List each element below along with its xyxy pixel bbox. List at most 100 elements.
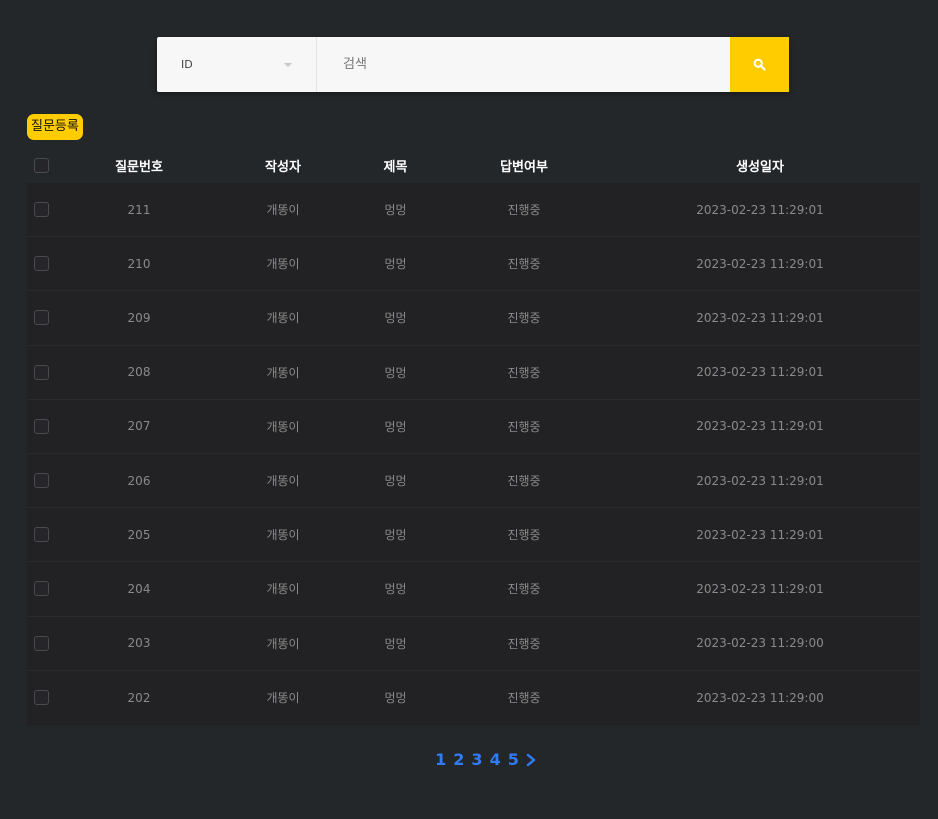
table-header: 질문번호 작성자 제목 답변여부 생성일자 [27, 147, 920, 183]
row-date: 2023-02-23 11:29:01 [696, 256, 824, 271]
row-checkbox[interactable] [33, 364, 49, 380]
row-checkbox-cell [27, 527, 55, 543]
search-icon [753, 58, 766, 71]
table-row[interactable]: 209 개똥이 멍멍 진행중 2023-02-23 11:29:01 [27, 291, 920, 346]
row-number: 204 [127, 581, 151, 596]
row-number: 207 [127, 419, 151, 434]
row-number: 206 [127, 473, 151, 488]
search-type-select[interactable]: ID [157, 37, 317, 92]
row-answer-status: 진행중 [507, 636, 541, 651]
row-date: 2023-02-23 11:29:00 [696, 690, 824, 705]
row-title[interactable]: 멍멍 [343, 309, 448, 326]
row-checkbox-cell [27, 310, 55, 326]
table-row[interactable]: 207 개똥이 멍멍 진행중 2023-02-23 11:29:01 [27, 400, 920, 454]
row-number: 203 [127, 636, 151, 651]
row-checkbox[interactable] [33, 527, 49, 543]
row-number: 205 [127, 527, 151, 542]
header-answer: 답변여부 [500, 159, 548, 175]
row-author: 개똥이 [266, 365, 300, 380]
row-title[interactable]: 멍멍 [343, 635, 448, 652]
header-checkbox-cell [27, 157, 55, 173]
row-answer-status: 진행중 [507, 257, 541, 272]
table-row[interactable]: 210 개똥이 멍멍 진행중 2023-02-23 11:29:01 [27, 237, 920, 292]
row-author: 개똥이 [266, 691, 300, 706]
table-row[interactable]: 211 개똥이 멍멍 진행중 2023-02-23 11:29:01 [27, 183, 920, 238]
row-checkbox[interactable] [33, 635, 49, 651]
row-title[interactable]: 멍멍 [343, 201, 448, 218]
row-date: 2023-02-23 11:29:01 [696, 419, 824, 434]
table-row[interactable]: 208 개똥이 멍멍 진행중 2023-02-23 11:29:01 [27, 346, 920, 400]
row-title[interactable]: 멍멍 [343, 689, 448, 706]
table-row[interactable]: 206 개똥이 멍멍 진행중 2023-02-23 11:29:01 [27, 454, 920, 509]
row-checkbox[interactable] [33, 202, 49, 218]
row-title[interactable]: 멍멍 [343, 526, 448, 543]
header-date: 생성일자 [736, 159, 784, 175]
header-number: 질문번호 [115, 159, 163, 175]
page-link-1[interactable]: 1 [435, 750, 446, 769]
row-answer-status: 진행중 [507, 311, 541, 326]
table-row[interactable]: 205 개똥이 멍멍 진행중 2023-02-23 11:29:01 [27, 508, 920, 563]
row-title[interactable]: 멍멍 [343, 418, 448, 435]
row-author: 개똥이 [266, 474, 300, 489]
page-link-4[interactable]: 4 [490, 750, 501, 769]
row-checkbox-cell [27, 364, 55, 380]
page-link-2[interactable]: 2 [453, 750, 464, 769]
row-checkbox-cell [27, 635, 55, 651]
row-checkbox-cell [27, 202, 55, 218]
row-answer-status: 진행중 [507, 419, 541, 434]
row-number: 211 [127, 202, 151, 217]
row-answer-status: 진행중 [507, 582, 541, 597]
table-row[interactable]: 204 개똥이 멍멍 진행중 2023-02-23 11:29:01 [27, 562, 920, 617]
search-type-value: ID [181, 58, 193, 71]
row-title[interactable]: 멍멍 [343, 472, 448, 489]
page-link-5[interactable]: 5 [508, 750, 519, 769]
row-date: 2023-02-23 11:29:01 [696, 310, 824, 325]
header-title: 제목 [383, 159, 408, 175]
row-checkbox-cell [27, 418, 55, 434]
search-button[interactable] [730, 37, 789, 92]
questions-table: 질문번호 작성자 제목 답변여부 생성일자 211 개똥이 멍멍 진행중 2023-02… [27, 147, 920, 725]
row-author: 개똥이 [266, 257, 300, 272]
row-answer-status: 진행중 [507, 365, 541, 380]
row-date: 2023-02-23 11:29:01 [696, 581, 824, 596]
table-row[interactable]: 203 개똥이 멍멍 진행중 2023-02-23 11:29:00 [27, 617, 920, 671]
row-title[interactable]: 멍멍 [343, 255, 448, 272]
row-author: 개똥이 [266, 528, 300, 543]
row-number: 202 [127, 690, 151, 705]
row-title[interactable]: 멍멍 [343, 580, 448, 597]
row-answer-status: 진행중 [507, 528, 541, 543]
row-number: 208 [127, 365, 151, 380]
chevron-right-icon[interactable] [526, 753, 536, 767]
row-checkbox[interactable] [33, 256, 49, 272]
row-checkbox-cell [27, 690, 55, 706]
row-author: 개똥이 [266, 311, 300, 326]
row-checkbox[interactable] [33, 581, 49, 597]
row-checkbox[interactable] [33, 473, 49, 489]
row-date: 2023-02-23 11:29:01 [696, 202, 824, 217]
row-checkbox-cell [27, 256, 55, 272]
search-bar: ID [157, 37, 789, 92]
row-answer-status: 진행중 [507, 474, 541, 489]
row-author: 개똥이 [266, 636, 300, 651]
row-title[interactable]: 멍멍 [343, 364, 448, 381]
row-date: 2023-02-23 11:29:01 [696, 527, 824, 542]
select-all-checkbox[interactable] [33, 157, 49, 173]
row-checkbox[interactable] [33, 690, 49, 706]
row-checkbox[interactable] [33, 310, 49, 326]
page-link-3[interactable]: 3 [471, 750, 482, 769]
search-input[interactable] [317, 37, 730, 92]
row-checkbox-cell [27, 581, 55, 597]
table-row[interactable]: 202 개똥이 멍멍 진행중 2023-02-23 11:29:00 [27, 671, 920, 725]
row-answer-status: 진행중 [507, 203, 541, 218]
row-checkbox-cell [27, 473, 55, 489]
row-date: 2023-02-23 11:29:01 [696, 473, 824, 488]
row-date: 2023-02-23 11:29:01 [696, 365, 824, 380]
row-answer-status: 진행중 [507, 691, 541, 706]
row-author: 개똥이 [266, 203, 300, 218]
row-author: 개똥이 [266, 419, 300, 434]
header-author: 작성자 [265, 159, 301, 175]
register-question-button[interactable]: 질문등록 [27, 114, 83, 140]
row-checkbox[interactable] [33, 418, 49, 434]
caret-down-icon [284, 63, 292, 67]
row-number: 209 [127, 310, 151, 325]
